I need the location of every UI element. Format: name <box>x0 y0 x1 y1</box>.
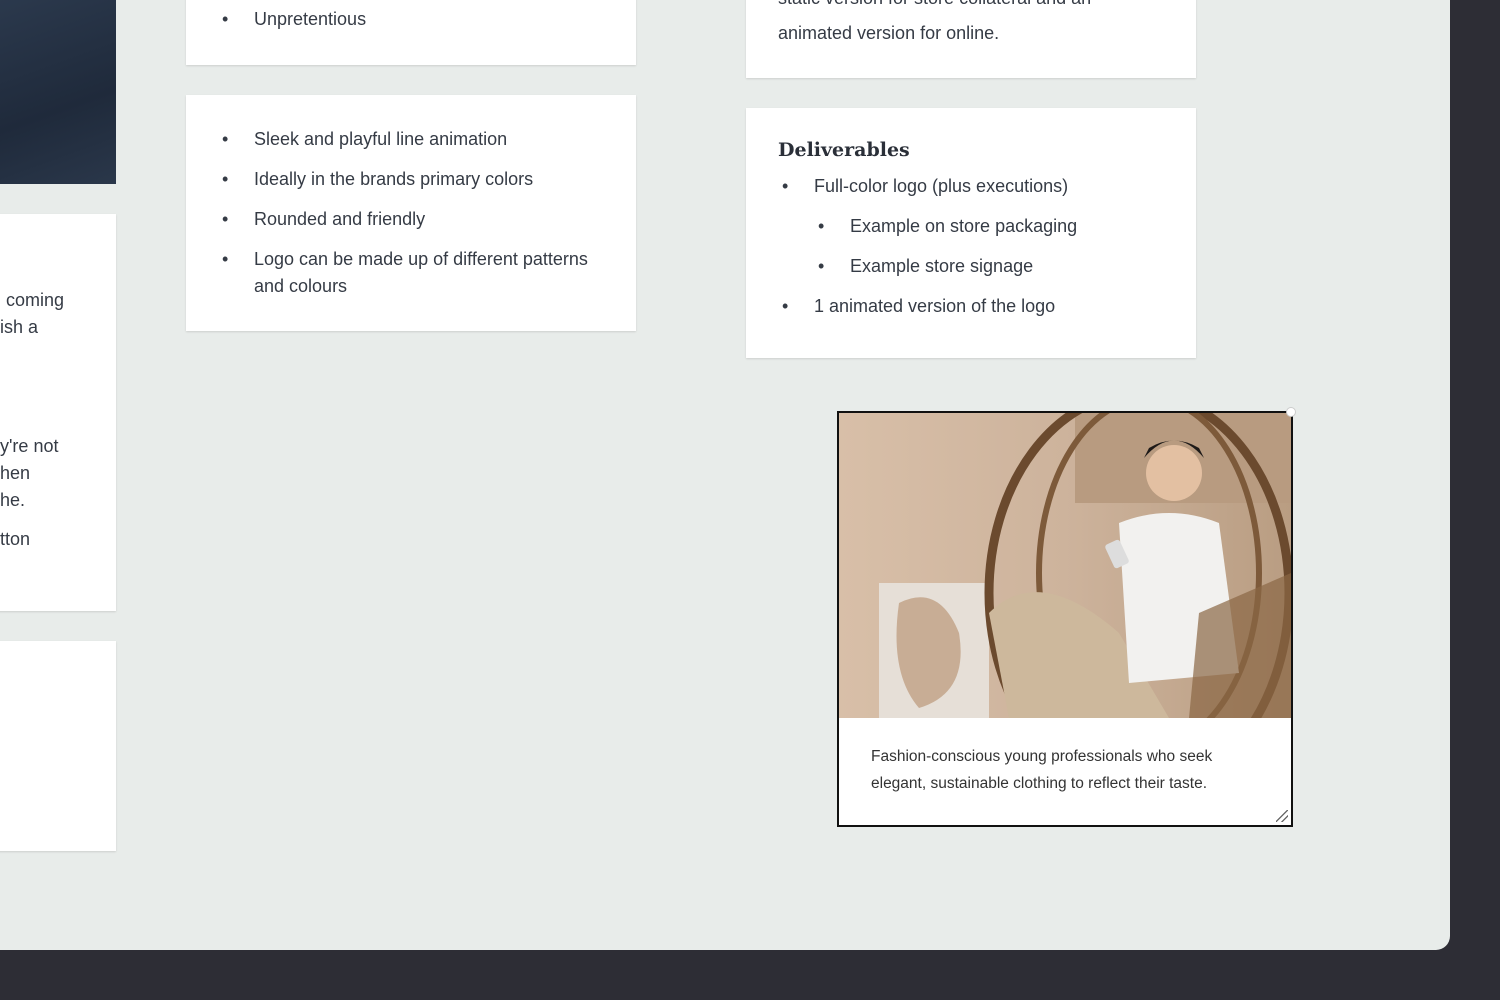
text-fragment: he. <box>0 490 26 510</box>
text-line: static version for store collateral and … <box>778 0 1091 12</box>
list-item: Sleek and playful line animation <box>222 126 594 153</box>
logo-requirements-card[interactable]: Sleek and playful line animation Ideally… <box>186 95 636 331</box>
text-fragment: hen <box>0 463 31 483</box>
selection-handle[interactable] <box>1286 407 1296 417</box>
person-in-hanging-chair-photo <box>839 413 1291 718</box>
caption-line: Fashion-conscious young professionals wh… <box>871 748 1213 765</box>
text-fragment: ish a <box>0 317 39 337</box>
list-item: Full-color logo (plus executions) <box>782 173 1077 200</box>
list-item: 1 animated version of the logo <box>782 293 1077 320</box>
text-fragment: coming <box>5 290 64 310</box>
image-card-selected[interactable]: Fashion-conscious young professionals wh… <box>837 411 1293 827</box>
list-item: Example store signage <box>818 253 1077 280</box>
caption-line: elegant, sustainable clothing to reflect… <box>871 775 1208 792</box>
left-empty-card[interactable] <box>0 641 116 851</box>
deliverables-title: Deliverables <box>778 139 910 161</box>
resize-grip-icon[interactable] <box>1276 810 1288 822</box>
style-card[interactable]: Unpretentious <box>186 0 636 65</box>
list-item: Ideally in the brands primary colors <box>222 166 594 193</box>
left-text-card[interactable]: coming ish a y're not hen he. tton <box>0 214 116 611</box>
deliverables-card[interactable]: Deliverables Full-color logo (plus execu… <box>746 108 1196 358</box>
list-item: Logo can be made up of different pattern… <box>222 246 594 300</box>
list-item: Unpretentious <box>222 6 366 33</box>
denim-image[interactable] <box>0 0 116 184</box>
format-card[interactable]: static version for store collateral and … <box>746 0 1196 78</box>
list-item: Example on store packaging <box>818 213 1077 240</box>
whiteboard-canvas[interactable]: coming ish a y're not hen he. tton Unpre… <box>0 0 1450 950</box>
text-fragment: tton <box>0 529 31 549</box>
text-line: animated version for online. <box>778 23 1000 43</box>
text-fragment: y're not <box>0 436 59 456</box>
list-item: Rounded and friendly <box>222 206 594 233</box>
